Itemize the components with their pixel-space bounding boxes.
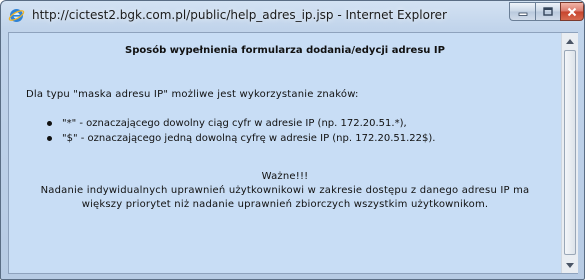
close-icon (567, 7, 577, 16)
important-note: Ważne!!! Nadanie indywidualnych uprawnie… (9, 170, 561, 212)
help-heading: Sposób wypełnienia formularza dodania/ed… (125, 45, 445, 56)
help-content: Sposób wypełnienia formularza dodania/ed… (9, 33, 561, 273)
bullet-icon (47, 136, 52, 141)
scroll-down-button[interactable] (562, 257, 578, 273)
list-item-text: "$" - oznaczającego jedną dowolną cyfrę … (62, 133, 436, 144)
internet-explorer-icon (8, 9, 25, 22)
note-line: Nadanie indywidualnych uprawnień użytkow… (40, 185, 530, 196)
maximize-button[interactable] (535, 2, 560, 21)
note-title: Ważne!!! (261, 171, 309, 182)
browser-popup-window: http://cictest2.bgk.com.pl/public/help_a… (0, 0, 585, 280)
minimize-button[interactable] (509, 2, 535, 21)
title-bar[interactable]: http://cictest2.bgk.com.pl/public/help_a… (1, 1, 584, 31)
list-item: "*" - oznaczającego dowolny ciąg cyfr w … (47, 116, 435, 131)
scrollbar-thumb[interactable] (564, 50, 576, 255)
scroll-up-arrow-icon (566, 38, 574, 44)
bullet-icon (47, 121, 52, 126)
intro-text: Dla typu "maska adresu IP" możliwe jest … (26, 89, 359, 100)
minimize-icon (518, 12, 527, 16)
page-viewport: Sposób wypełnienia formularza dodania/ed… (8, 32, 578, 274)
wildcard-list: "*" - oznaczającego dowolny ciąg cyfr w … (47, 116, 435, 146)
note-line: większy priorytet niż nadanie uprawnień … (81, 199, 489, 210)
window-title: http://cictest2.bgk.com.pl/public/help_a… (32, 8, 447, 22)
list-item: "$" - oznaczającego jedną dowolną cyfrę … (47, 131, 435, 146)
scroll-down-arrow-icon (566, 262, 574, 268)
scroll-up-button[interactable] (562, 33, 578, 49)
vertical-scrollbar[interactable] (561, 33, 578, 273)
maximize-icon (543, 7, 553, 16)
list-item-text: "*" - oznaczającego dowolny ciąg cyfr w … (62, 118, 407, 129)
close-button[interactable] (560, 2, 584, 21)
